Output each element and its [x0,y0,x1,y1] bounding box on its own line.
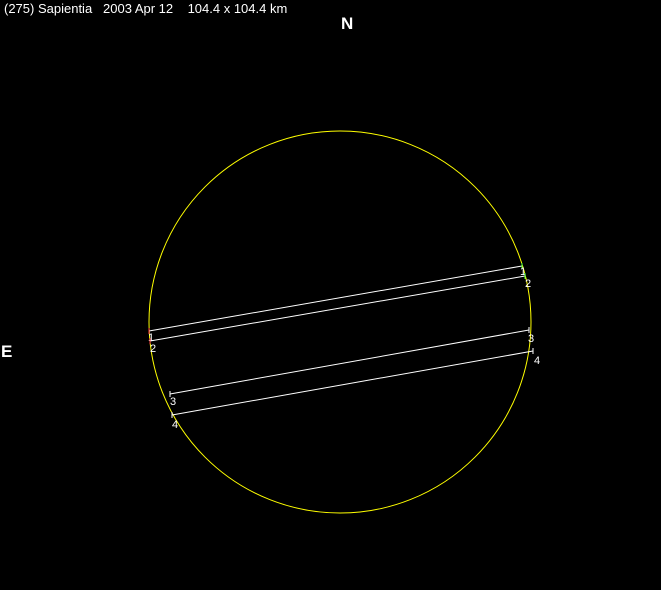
chord-line-2 [149,275,526,342]
chord-4-end-label: 4 [534,355,540,367]
chord-line-1 [148,265,523,332]
chord-line-4 [171,350,534,416]
chord-4-start-label: 4 [172,419,178,431]
chord-3-start-label: 3 [170,396,176,408]
chord-3-end-label: 3 [528,333,534,345]
chord-2-start-label: 2 [150,343,156,355]
asteroid-outline [148,130,532,514]
occultation-plot: 1 1 2 2 3 3 4 4 [148,130,540,514]
chord-2-end-label: 2 [525,278,531,290]
chord-line-3 [169,329,530,395]
